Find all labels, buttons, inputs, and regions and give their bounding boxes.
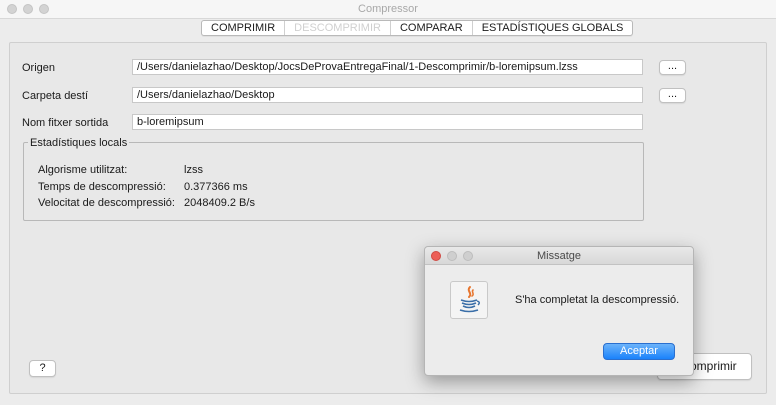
temps-label: Temps de descompressió: bbox=[38, 181, 166, 193]
tab-bar: COMPRIMIR DESCOMPRIMIR COMPARAR ESTADÍST… bbox=[201, 20, 634, 36]
tab-estadistiques-globals[interactable]: ESTADÍSTIQUES GLOBALS bbox=[473, 21, 633, 35]
tab-descomprimir[interactable]: DESCOMPRIMIR bbox=[285, 21, 391, 35]
dialog-title-bar: Missatge bbox=[425, 247, 693, 265]
dialog-title: Missatge bbox=[536, 250, 582, 262]
origen-label: Origen bbox=[22, 62, 56, 74]
temps-value: 0.377366 ms bbox=[184, 181, 248, 193]
stats-group-title: Estadístiques locals bbox=[28, 137, 130, 149]
nom-fitxer-field[interactable]: b-loremipsum bbox=[132, 114, 643, 130]
nom-fitxer-label: Nom fitxer sortida bbox=[22, 117, 109, 129]
algorisme-label: Algorisme utilitzat: bbox=[38, 164, 128, 176]
title-bar: Compressor bbox=[0, 0, 776, 19]
help-button[interactable]: ? bbox=[29, 360, 56, 377]
dialog-message: S'ha completat la descompressió. bbox=[515, 294, 680, 306]
tab-comparar[interactable]: COMPARAR bbox=[391, 21, 473, 35]
browse-origen-button[interactable]: ... bbox=[659, 60, 686, 75]
java-icon bbox=[450, 281, 488, 319]
algorisme-value: lzss bbox=[184, 164, 203, 176]
tab-comprimir[interactable]: COMPRIMIR bbox=[202, 21, 286, 35]
velocitat-label: Velocitat de descompressió: bbox=[38, 197, 175, 209]
velocitat-value: 2048409.2 B/s bbox=[184, 197, 255, 209]
origen-field[interactable]: /Users/danielazhao/Desktop/JocsDeProvaEn… bbox=[132, 59, 643, 75]
app-window: Compressor COMPRIMIR DESCOMPRIMIR COMPAR… bbox=[0, 0, 776, 405]
window-title: Compressor bbox=[358, 3, 418, 15]
accept-button[interactable]: Aceptar bbox=[603, 343, 675, 360]
carpeta-desti-label: Carpeta destí bbox=[22, 90, 89, 102]
browse-carpeta-button[interactable]: ... bbox=[659, 88, 686, 103]
message-dialog: Missatge S'ha completat la descompressió… bbox=[424, 246, 694, 376]
carpeta-desti-field[interactable]: /Users/danielazhao/Desktop bbox=[132, 87, 643, 103]
